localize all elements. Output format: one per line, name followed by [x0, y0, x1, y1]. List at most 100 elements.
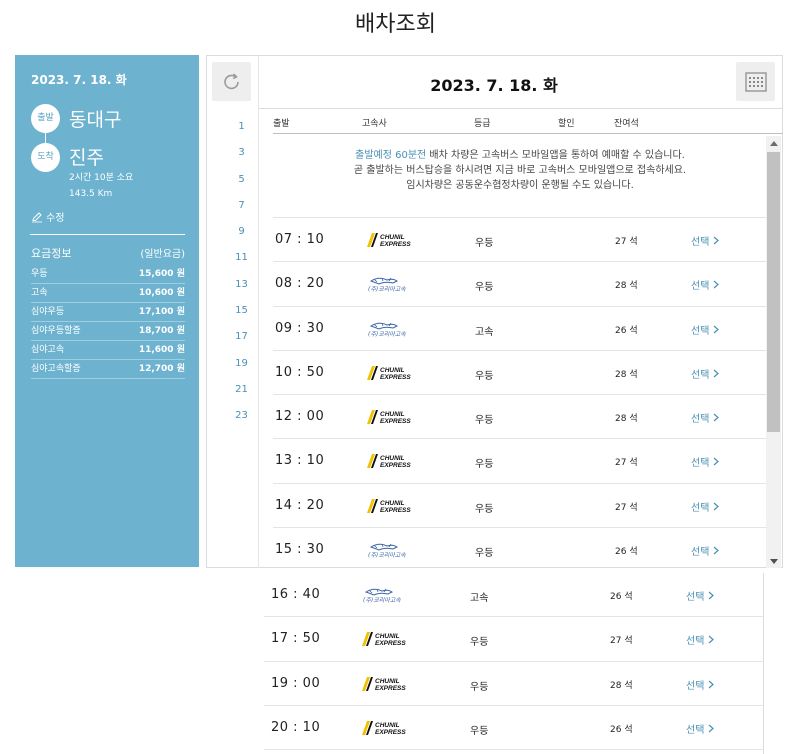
hour-filter-item[interactable]: 1	[207, 114, 258, 140]
arrival-terminal: 진주	[69, 147, 104, 169]
chunil-logo-text-1: CHUNIL	[380, 455, 405, 462]
hour-filter-item[interactable]: 5	[207, 167, 258, 193]
departure-time: 08 : 20	[275, 276, 325, 292]
bus-schedule-row: 09 : 30 (주)코리아고속 고속 26 석 선택	[273, 307, 767, 351]
col-company: 고속사	[362, 119, 387, 129]
column-headers: 출발 고속사 등급 할인 잔여석	[273, 116, 778, 134]
select-bus-button[interactable]: 선택	[691, 233, 719, 248]
hour-filter-item[interactable]: 7	[207, 193, 258, 219]
hour-filter-item[interactable]: 9	[207, 219, 258, 245]
vertical-scrollbar[interactable]	[766, 136, 781, 568]
bus-company: CHUNIL EXPRESS	[363, 408, 413, 426]
refresh-button[interactable]	[212, 62, 251, 101]
bus-company: CHUNIL EXPRESS	[363, 231, 413, 249]
bus-schedule-row: 16 : 40 (주)코리아고속 고속 26 석 선택	[264, 573, 763, 618]
edit-route-label: 수정	[46, 213, 65, 224]
bus-company: CHUNIL EXPRESS	[358, 675, 408, 693]
bus-schedule-row: 15 : 30 (주)코리아고속 우등 26 석 선택	[273, 528, 767, 568]
triangle-down-icon	[769, 558, 778, 564]
chunil-logo-text-2: EXPRESS	[380, 374, 411, 381]
chunil-express-logo: CHUNILEXPRESS	[367, 233, 411, 248]
bus-list-scroll-area: 출발예정 60분전 배차 차량은 고속버스 모바일앱을 통하여 예매할 수 있습…	[273, 136, 767, 568]
bus-company: (주)코리아고속	[363, 320, 413, 338]
hour-filter-item[interactable]: 3	[207, 140, 258, 166]
refresh-icon	[223, 72, 239, 89]
select-bus-button[interactable]: 선택	[686, 721, 714, 736]
bus-schedule-row: 14 : 20 CHUNIL EXPRESS 우등 27 석 선택	[273, 484, 767, 529]
select-bus-button[interactable]: 선택	[686, 588, 714, 603]
scroll-down-arrow[interactable]	[766, 554, 781, 568]
page-title: 배차조회	[355, 12, 436, 37]
select-bus-button[interactable]: 선택	[691, 499, 719, 514]
remaining-seats: 27 석	[615, 458, 638, 469]
select-bus-button[interactable]: 선택	[691, 454, 719, 469]
scrollbar-thumb[interactable]	[767, 152, 780, 432]
bus-schedule-row: 19 : 00 CHUNIL EXPRESS 우등 28 석 선택	[264, 662, 763, 706]
chevron-right-icon	[713, 369, 719, 378]
bus-rows: 07 : 10 CHUNIL EXPRESS 우등 27 석 선택 08 : 20 (주)코…	[273, 218, 767, 568]
fare-row: 고속 10,600 원	[31, 284, 185, 303]
edit-route-button[interactable]: 수정	[31, 209, 64, 224]
chevron-right-icon	[713, 458, 719, 466]
col-grade: 등급	[474, 119, 491, 129]
select-bus-button[interactable]: 선택	[691, 410, 719, 425]
departure-time: 16 : 40	[271, 587, 321, 602]
bus-grade: 우등	[475, 370, 494, 382]
departure-time: 07 : 10	[275, 232, 325, 247]
bus-grade: 우등	[470, 725, 489, 737]
kobus-logo: (주)코리아고속	[363, 588, 401, 604]
remaining-seats: 27 석	[615, 237, 638, 247]
calendar-button[interactable]	[736, 62, 775, 101]
select-bus-button[interactable]: 선택	[691, 543, 719, 558]
kobus-logo: (주)코리아고속	[368, 543, 406, 559]
hour-filter-item[interactable]: 11	[207, 245, 258, 271]
select-bus-button[interactable]: 선택	[691, 277, 719, 292]
bus-grade: 고속	[475, 326, 494, 338]
select-bus-button[interactable]: 선택	[686, 632, 714, 647]
hour-filter-item[interactable]: 17	[207, 324, 258, 350]
bus-grade: 우등	[475, 415, 494, 427]
hour-filter-item[interactable]: 13	[207, 272, 258, 298]
hour-filter-item[interactable]: 19	[207, 351, 258, 377]
chunil-express-logo: CHUNILEXPRESS	[367, 498, 411, 514]
bus-grade: 고속	[470, 593, 489, 604]
kobus-logo: (주)코리아고속	[368, 322, 406, 338]
kobus-logo: (주)코리아고속	[368, 278, 406, 293]
column-header-underline	[273, 133, 783, 134]
chunil-express-logo: CHUNILEXPRESS	[367, 454, 411, 469]
bus-schedule-row: 08 : 20 (주)코리아고속 우등 28 석 선택	[273, 262, 767, 307]
fare-row: 우등 15,600 원	[31, 265, 185, 284]
fare-price: 11,600 원	[138, 345, 185, 355]
bus-schedule-row: 12 : 00 CHUNIL EXPRESS 우등 28 석 선택	[273, 395, 767, 440]
bus-grade: 우등	[475, 282, 494, 294]
departure-time: 09 : 30	[275, 320, 325, 336]
remaining-seats: 28 석	[615, 369, 638, 380]
hour-filter-item[interactable]: 21	[207, 377, 258, 403]
select-label: 선택	[691, 325, 710, 337]
departure-time: 12 : 00	[275, 409, 325, 425]
select-bus-button[interactable]: 선택	[691, 366, 719, 381]
chevron-right-icon	[708, 635, 714, 644]
fare-grade: 심야고속	[31, 345, 65, 355]
select-label: 선택	[691, 458, 710, 470]
select-bus-button[interactable]: 선택	[691, 322, 719, 337]
fare-grade: 심야우등	[31, 307, 65, 317]
chunil-logo-text-2: EXPRESS	[380, 507, 411, 514]
hour-filter-item[interactable]: 15	[207, 298, 258, 324]
departure-badge: 출발	[31, 104, 60, 133]
select-label: 선택	[691, 547, 710, 559]
chunil-express-logo: CHUNILEXPRESS	[362, 632, 406, 647]
chunil-logo-text-2: EXPRESS	[375, 640, 406, 647]
bus-company: CHUNIL EXPRESS	[363, 364, 413, 382]
select-label: 선택	[691, 414, 710, 426]
chevron-right-icon	[708, 680, 714, 689]
chevron-right-icon	[713, 236, 719, 245]
scroll-up-arrow[interactable]	[766, 136, 781, 150]
select-bus-button[interactable]: 선택	[686, 677, 714, 692]
hour-filter-item[interactable]: 23	[207, 403, 258, 429]
fare-price: 12,700 원	[138, 364, 185, 374]
kobus-logo-text: (주)코리아고속	[368, 331, 406, 338]
fare-grade: 심야우등할증	[31, 326, 81, 336]
chunil-logo-text-1: CHUNIL	[375, 633, 400, 640]
chunil-logo-text-1: CHUNIL	[375, 722, 400, 729]
